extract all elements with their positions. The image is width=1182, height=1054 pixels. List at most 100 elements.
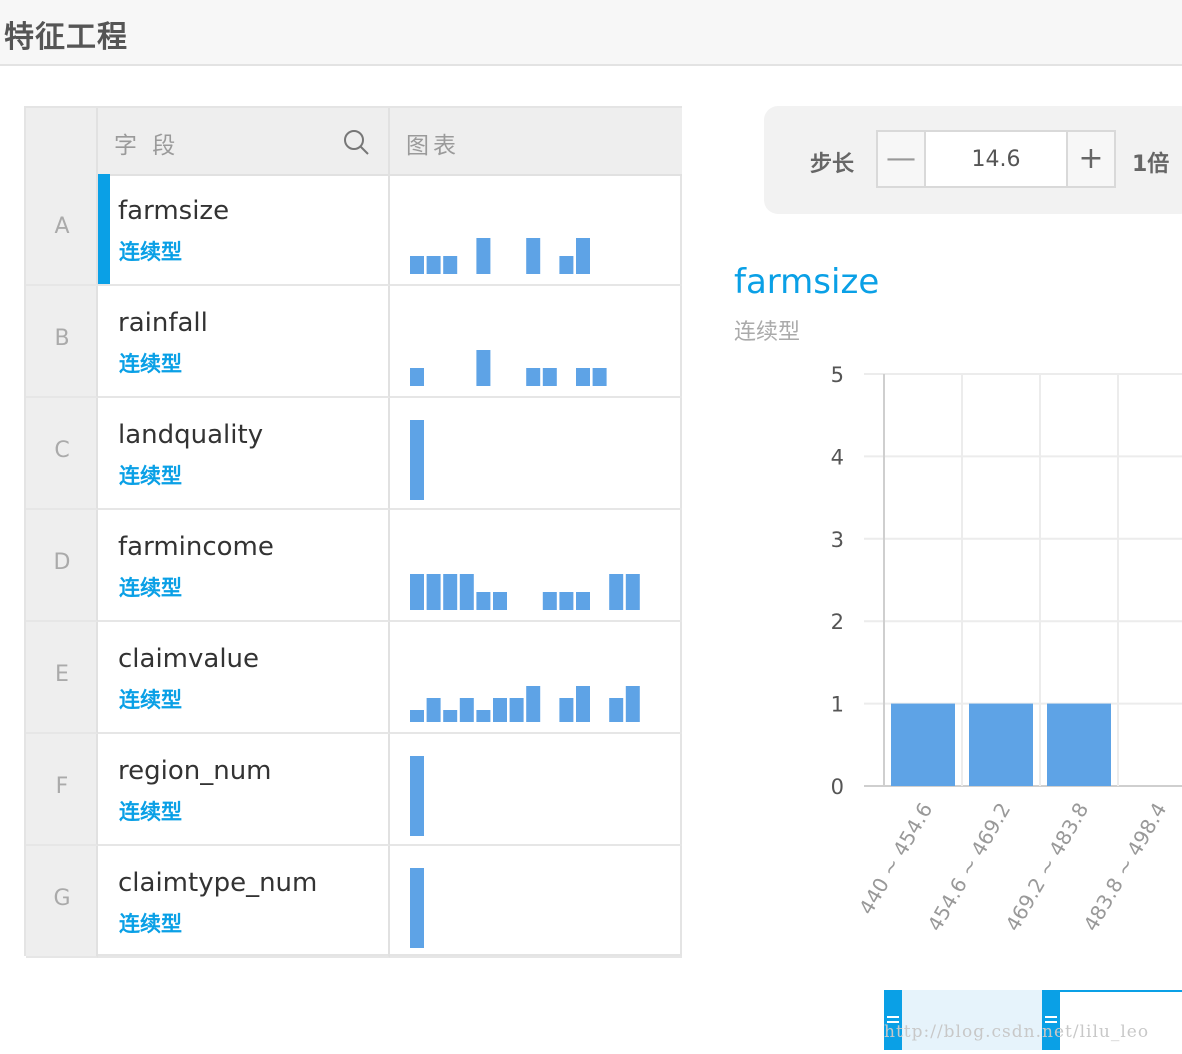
- mini-histogram: [410, 574, 640, 610]
- step-panel: 步长 — + 1倍: [764, 106, 1182, 214]
- selected-indicator: [98, 174, 110, 284]
- header-field-cell: 字 段: [98, 108, 390, 174]
- field-cell[interactable]: rainfall 连续型: [98, 286, 390, 398]
- watermark: http://blog.csdn.net/lilu_leo: [884, 1022, 1150, 1042]
- field-type: 连续型: [119, 800, 182, 824]
- mini-bar: [576, 686, 590, 722]
- x-tick-label: 483.8 ~ 498.4: [1079, 799, 1172, 936]
- decrement-button[interactable]: —: [878, 132, 926, 186]
- x-tick-label: 469.2 ~ 483.8: [1001, 799, 1094, 936]
- row-index-cell: G: [26, 846, 98, 958]
- y-tick-label: 5: [831, 363, 844, 387]
- increment-button[interactable]: +: [1066, 132, 1114, 186]
- field-type: 连续型: [119, 352, 182, 376]
- histogram-bar[interactable]: [969, 703, 1033, 786]
- field-name: region_num: [118, 756, 272, 786]
- table-row[interactable]: Dfarmincome 连续型: [26, 510, 682, 622]
- mini-bar: [493, 698, 507, 722]
- step-label: 步长: [810, 152, 855, 177]
- field-cell[interactable]: farmsize 连续型: [98, 174, 390, 286]
- field-name: claimvalue: [118, 644, 260, 674]
- row-index-cell: C: [26, 398, 98, 510]
- mini-chart-cell: [390, 622, 682, 734]
- y-tick-label: 2: [831, 610, 844, 634]
- histogram-bar[interactable]: [891, 703, 955, 786]
- mini-bar: [476, 592, 491, 610]
- field-name: farmsize: [118, 196, 230, 226]
- field-cell[interactable]: region_num 连续型: [98, 734, 390, 846]
- table-row[interactable]: Eclaimvalue 连续型: [26, 622, 682, 734]
- mini-chart-cell: [390, 510, 682, 622]
- mini-bar: [493, 592, 507, 610]
- mini-bar: [625, 574, 640, 610]
- table-row[interactable]: Gclaimtype_num 连续型: [26, 846, 682, 958]
- y-tick-label: 0: [831, 775, 844, 799]
- histogram-chart: 0 1 2 3 4 5 440 ~ 454.6454.6 ~ 469.2469.2 ~ 48…: [831, 363, 1182, 936]
- mini-histogram: [410, 420, 424, 500]
- field-column-header: 字 段: [114, 133, 180, 159]
- mini-bar: [526, 368, 541, 386]
- mini-chart-cell: [390, 398, 682, 510]
- multiplier-label: 1倍: [1132, 152, 1170, 177]
- field-name: rainfall: [118, 308, 208, 338]
- mini-bar: [576, 368, 590, 386]
- y-tick-label: 4: [831, 445, 844, 469]
- table-row[interactable]: Clandquality 连续型: [26, 398, 682, 510]
- mini-bar: [426, 698, 441, 722]
- mini-bar: [576, 592, 590, 610]
- x-tick-label: 440 ~ 454.6: [854, 799, 937, 919]
- mini-bar: [443, 574, 458, 610]
- mini-bar: [559, 698, 574, 722]
- mini-bar: [410, 868, 424, 948]
- table-header: 字 段 图表: [26, 108, 682, 176]
- mini-bar: [576, 238, 590, 274]
- field-type: 连续型: [119, 576, 182, 600]
- mini-bar: [609, 574, 624, 610]
- field-cell[interactable]: landquality 连续型: [98, 398, 390, 510]
- y-tick-label: 1: [831, 693, 844, 717]
- mini-bar: [476, 350, 491, 386]
- mini-chart-cell: [390, 734, 682, 846]
- page-title: 特征工程: [4, 20, 128, 55]
- mini-bar: [410, 420, 424, 500]
- field-cell[interactable]: claimtype_num 连续型: [98, 846, 390, 958]
- mini-bar: [609, 698, 624, 722]
- header-index-cell: [26, 108, 98, 174]
- mini-histogram: [410, 238, 590, 274]
- table-row[interactable]: Fregion_num 连续型: [26, 734, 682, 846]
- header-chart-cell: 图表: [390, 108, 682, 174]
- mini-bar: [443, 710, 458, 722]
- field-name: claimtype_num: [118, 868, 318, 898]
- row-index-cell: F: [26, 734, 98, 846]
- histogram-bar[interactable]: [1047, 703, 1111, 786]
- mini-bar: [542, 592, 557, 610]
- row-index: F: [55, 774, 69, 799]
- row-index: D: [53, 550, 71, 575]
- range-slider[interactable]: [884, 990, 1182, 1052]
- row-index: E: [55, 662, 69, 687]
- row-index: C: [54, 438, 70, 463]
- mini-bar: [410, 574, 424, 610]
- search-icon[interactable]: [342, 128, 370, 156]
- mini-bar: [426, 574, 441, 610]
- mini-bar: [410, 368, 424, 386]
- mini-chart-cell: [390, 846, 682, 958]
- field-cell[interactable]: claimvalue 连续型: [98, 622, 390, 734]
- mini-bar: [476, 238, 491, 274]
- chart-column-header: 图表: [406, 133, 460, 159]
- table-row[interactable]: Brainfall 连续型: [26, 286, 682, 398]
- mini-bar: [509, 698, 524, 722]
- mini-histogram: [410, 350, 607, 386]
- step-value-input[interactable]: [926, 132, 1066, 186]
- mini-histogram: [410, 686, 640, 722]
- mini-bar: [410, 710, 424, 722]
- mini-histogram: [410, 756, 424, 836]
- mini-bar: [526, 238, 541, 274]
- field-cell[interactable]: farmincome 连续型: [98, 510, 390, 622]
- mini-bar: [559, 592, 574, 610]
- mini-bar: [592, 368, 607, 386]
- mini-chart-cell: [390, 286, 682, 398]
- table-row[interactable]: Afarmsize 连续型: [26, 174, 682, 286]
- mini-bar: [410, 756, 424, 836]
- step-stepper: — +: [876, 130, 1116, 188]
